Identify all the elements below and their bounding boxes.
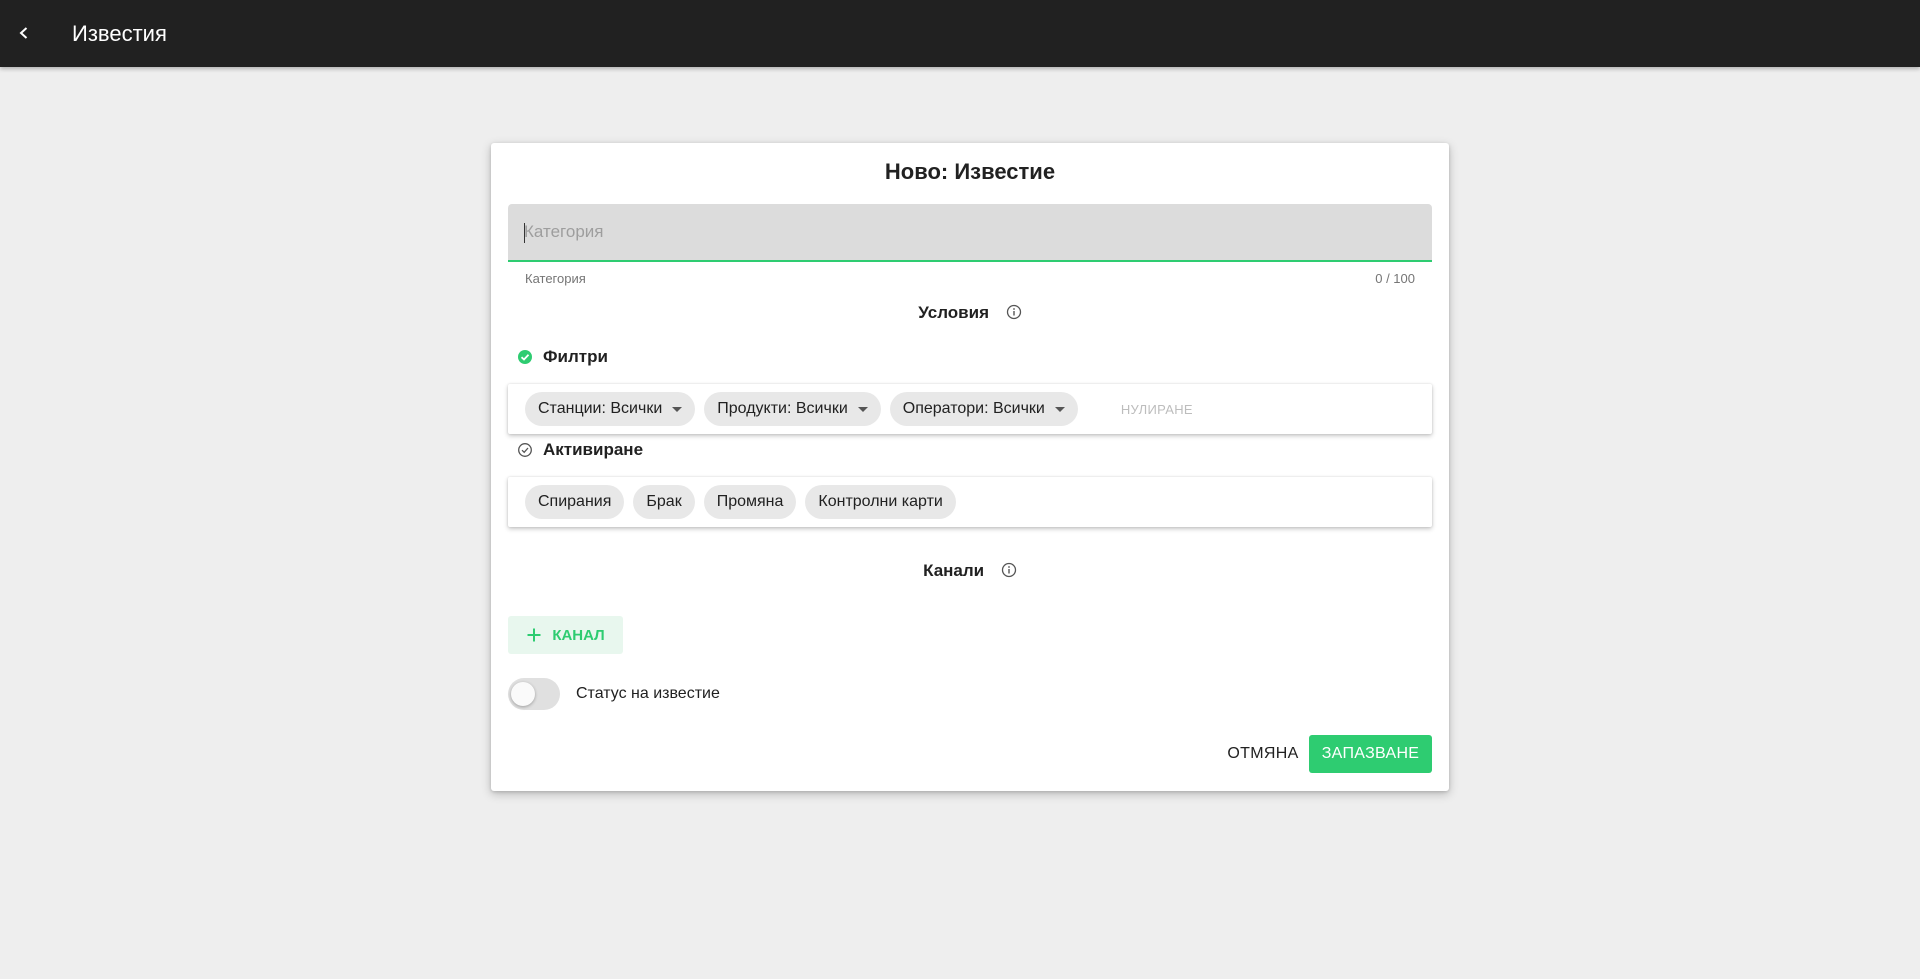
stops-chip[interactable]: Спирания [525, 485, 625, 519]
chip-label: Брак [646, 493, 682, 510]
toggle-label: Статус на известие [576, 685, 720, 702]
back-button[interactable] [8, 17, 40, 49]
add-channel-label: КАНАЛ [552, 626, 605, 644]
category-input[interactable] [524, 204, 1404, 260]
conditions-title: Условия [918, 303, 989, 322]
save-button[interactable]: ЗАПАЗВАНЕ [1309, 735, 1432, 773]
filters-heading: Филтри [517, 347, 608, 367]
add-channel-button[interactable]: КАНАЛ [508, 616, 623, 654]
reset-filters-button[interactable]: НУЛИРАНЕ [1121, 402, 1193, 417]
cancel-button[interactable]: ОТМЯНА [1214, 735, 1312, 773]
channels-title: Канали [923, 561, 985, 580]
toggle-knob [511, 682, 535, 706]
chip-label: Промяна [716, 493, 784, 510]
chip-label: Спирания [538, 493, 612, 510]
conditions-heading: Условия [491, 303, 1449, 325]
activation-heading: Активиране [517, 440, 643, 460]
filters-row: Станции: Всички Продукти: Всички Операто… [508, 384, 1432, 434]
operators-filter-chip[interactable]: Оператори: Всички [889, 392, 1078, 426]
page-title: Известия [72, 21, 167, 46]
chip-label: Контролни карти [818, 493, 943, 510]
change-chip[interactable]: Промяна [703, 485, 797, 519]
chip-label: Продукти: Всички [717, 400, 848, 417]
control-charts-chip[interactable]: Контролни карти [805, 485, 956, 519]
dialog-title: Ново: Известие [884, 159, 1056, 184]
new-notification-dialog: Ново: Известие Категория 0 / 100 Условия… [491, 143, 1449, 791]
filters-title: Филтри [543, 347, 608, 366]
caret-down-icon [1054, 406, 1065, 412]
app-bar: Известия [0, 0, 1920, 67]
text-cursor [524, 223, 525, 243]
chip-label: Оператори: Всички [902, 400, 1045, 417]
category-hint: Категория [525, 271, 586, 286]
check-circle-outline-icon [518, 443, 532, 457]
caret-down-icon [672, 406, 683, 412]
products-filter-chip[interactable]: Продукти: Всички [704, 392, 881, 426]
info-icon[interactable] [1006, 304, 1022, 325]
chip-label: Станции: Всички [538, 400, 663, 417]
chevron-left-icon [19, 27, 28, 39]
character-counter: 0 / 100 [1375, 271, 1415, 286]
caret-down-icon [857, 406, 868, 412]
plus-icon [527, 628, 541, 642]
notification-status-toggle[interactable] [508, 678, 560, 710]
check-circle-filled-icon [518, 350, 532, 364]
activation-title: Активиране [543, 440, 644, 459]
info-icon[interactable] [1001, 562, 1017, 583]
channels-heading: Канали [491, 561, 1449, 583]
stations-filter-chip[interactable]: Станции: Всички [525, 392, 696, 426]
scrap-chip[interactable]: Брак [633, 485, 695, 519]
activation-row: Спирания Брак Промяна Контролни карти [508, 477, 1432, 527]
category-field[interactable] [508, 204, 1432, 262]
